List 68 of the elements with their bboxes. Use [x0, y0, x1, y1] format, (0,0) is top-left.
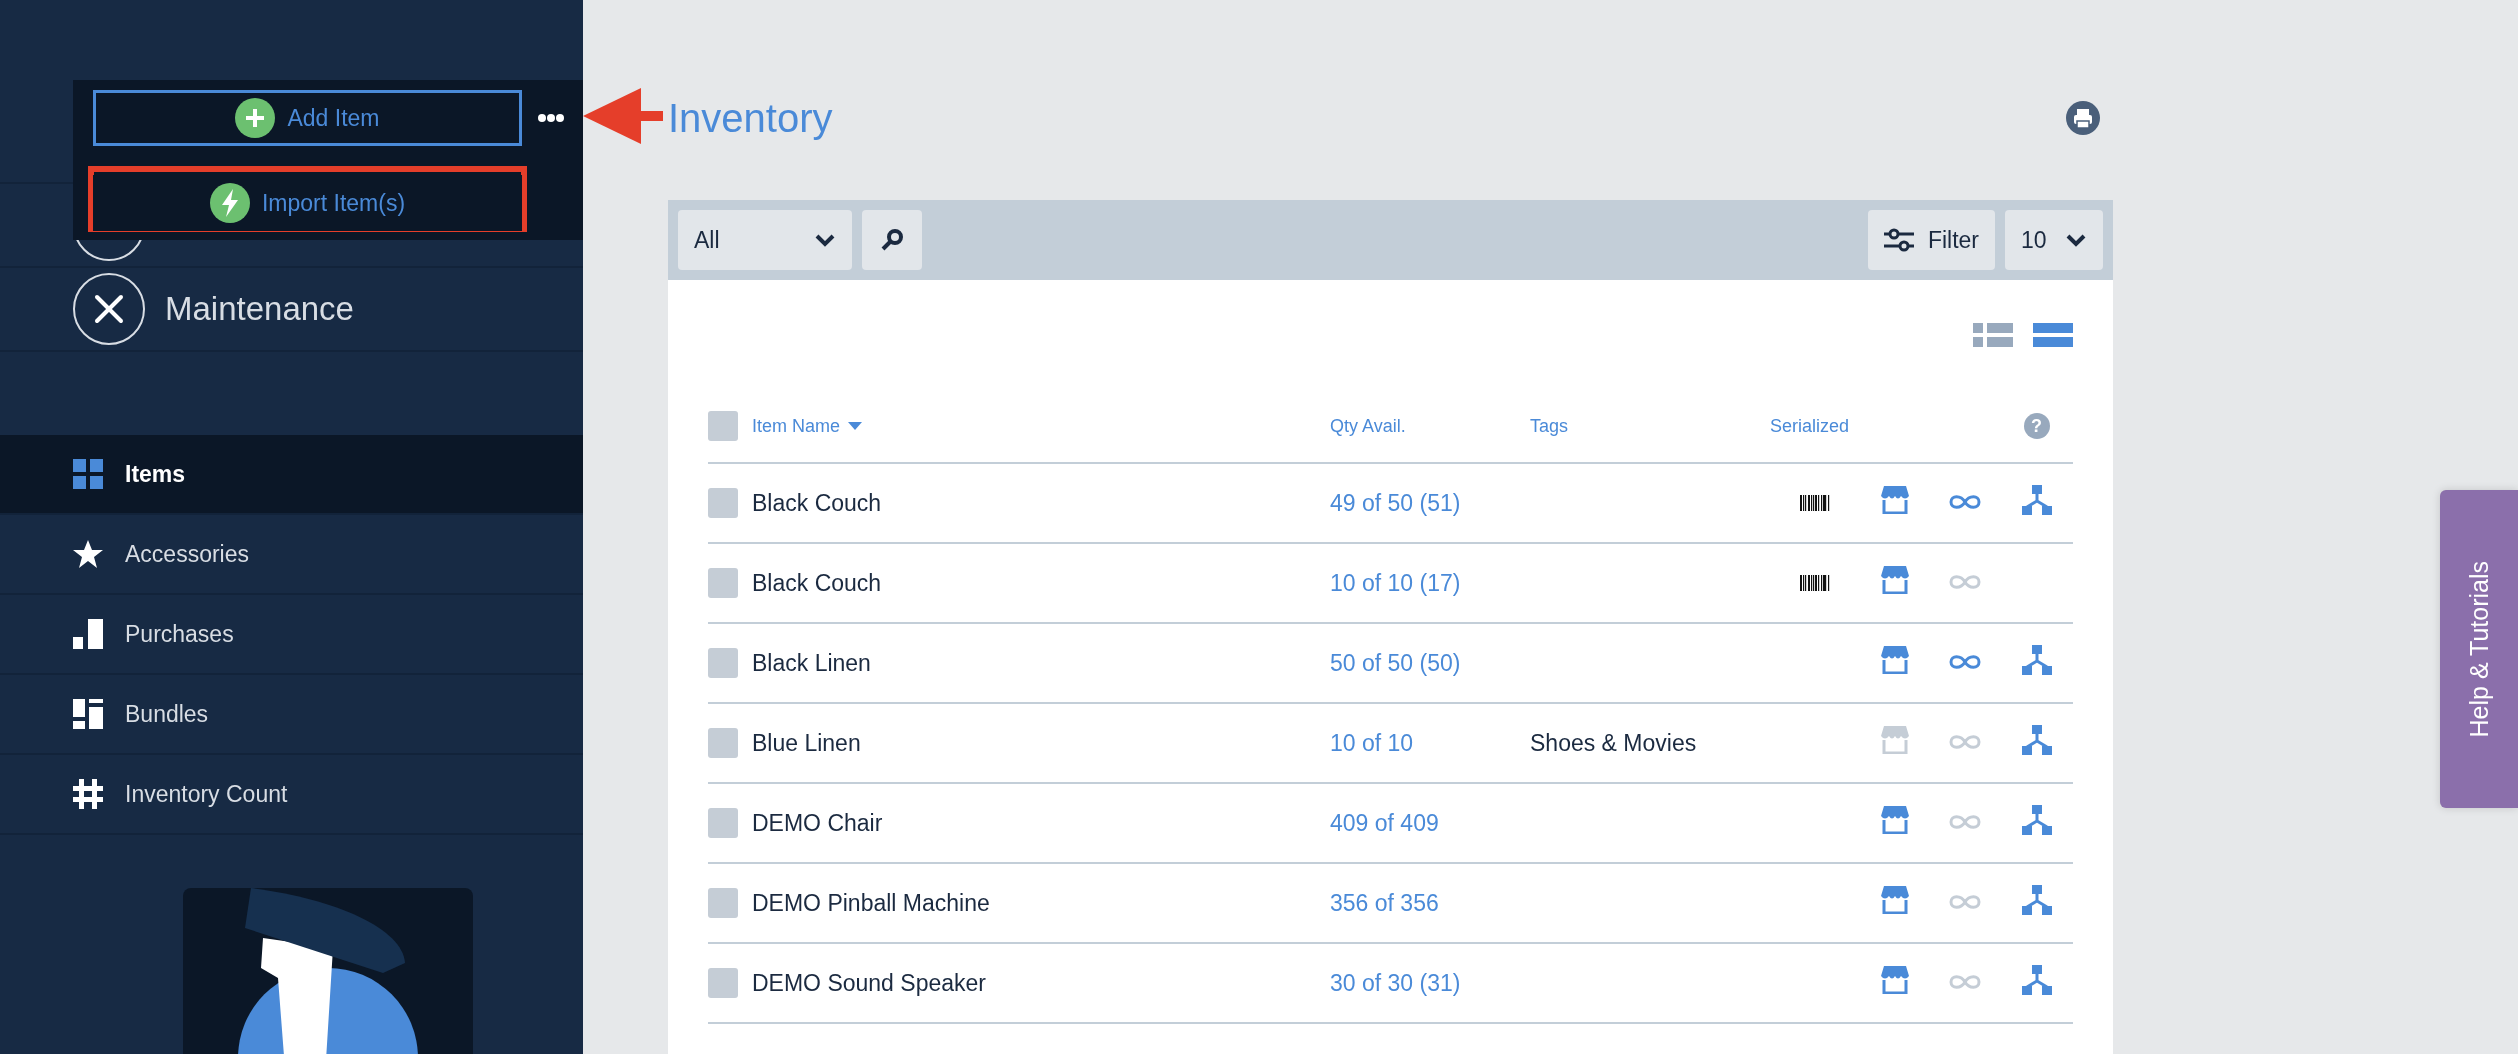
page-title: Inventory	[668, 95, 833, 141]
quantity-link[interactable]: 10 of 10	[1330, 729, 1530, 757]
help-tab[interactable]: Help & Tutorials	[2440, 490, 2518, 808]
item-name[interactable]: DEMO Chair	[752, 809, 1330, 837]
filter-button[interactable]: Filter	[1867, 210, 1995, 270]
storefront-icon[interactable]	[1881, 486, 1909, 514]
select-all-checkbox[interactable]	[708, 411, 738, 441]
item-name[interactable]: Black Couch	[752, 569, 1330, 597]
bar-chart-icon	[73, 619, 103, 649]
add-button[interactable]: Add Item	[93, 90, 522, 146]
hierarchy-icon[interactable]	[2021, 885, 2052, 915]
module-label[interactable]: Maintenance	[165, 290, 354, 328]
nav-item[interactable]: Items	[0, 435, 583, 515]
nav-item[interactable]: Purchases	[0, 595, 583, 675]
quantity-link[interactable]: 50 of 50 (50)	[1330, 649, 1530, 677]
quantity-link[interactable]: 49 of 50 (51)	[1330, 489, 1530, 517]
row-checkbox[interactable]	[708, 728, 738, 758]
item-name[interactable]: DEMO Sound Speaker	[752, 969, 1330, 997]
storefront-icon[interactable]	[1881, 646, 1909, 674]
list-view-icon[interactable]	[1973, 323, 2013, 347]
storefront-icon[interactable]	[1881, 886, 1909, 914]
more-icon[interactable]	[538, 114, 564, 122]
bundles-icon	[73, 699, 103, 729]
plus-icon	[235, 98, 276, 138]
quantity-link[interactable]: 409 of 409	[1330, 809, 1530, 837]
column-header[interactable]: Serialized	[1770, 415, 1850, 437]
category-select[interactable]: All	[678, 210, 852, 270]
item-name[interactable]: Black Couch	[752, 489, 1330, 517]
hash-icon	[73, 779, 103, 809]
row-checkbox[interactable]	[708, 488, 738, 518]
nav-item[interactable]: Inventory Count	[0, 755, 583, 835]
rows-view-icon[interactable]	[2033, 323, 2073, 347]
row-checkbox[interactable]	[708, 968, 738, 998]
storefront-icon[interactable]	[1881, 566, 1909, 594]
hierarchy-icon[interactable]	[2021, 725, 2052, 755]
hierarchy-icon[interactable]	[2021, 485, 2052, 515]
search-icon	[881, 229, 903, 251]
print-icon[interactable]	[2066, 101, 2100, 135]
page-size-select[interactable]: 10	[2005, 210, 2103, 270]
star-icon	[73, 539, 103, 569]
column-header[interactable]: Item Name	[752, 415, 841, 437]
nav-item[interactable]: Accessories	[0, 515, 583, 595]
item-name[interactable]: Blue Linen	[752, 729, 1330, 757]
hierarchy-icon[interactable]	[2021, 805, 2052, 835]
quantity-link[interactable]: 10 of 10 (17)	[1330, 569, 1530, 597]
item-tags: Shoes & Movies	[1530, 729, 1770, 757]
storefront-icon[interactable]	[1881, 806, 1909, 834]
row-checkbox[interactable]	[708, 648, 738, 678]
hierarchy-icon[interactable]	[2021, 965, 2052, 995]
item-name[interactable]: Black Linen	[752, 649, 1330, 677]
row-checkbox[interactable]	[708, 808, 738, 838]
nav-item[interactable]: Bundles	[0, 675, 583, 755]
search-button[interactable]	[862, 210, 922, 270]
row-checkbox[interactable]	[708, 888, 738, 918]
sliders-icon	[1883, 228, 1914, 252]
grid-icon	[73, 459, 103, 489]
quantity-link[interactable]: 30 of 30 (31)	[1330, 969, 1530, 997]
quantity-link[interactable]: 356 of 356	[1330, 889, 1530, 917]
row-checkbox[interactable]	[708, 568, 738, 598]
column-header[interactable]: Tags	[1530, 415, 1569, 437]
column-header[interactable]: Qty Avail.	[1330, 415, 1406, 437]
import-button[interactable]: Import Item(s)	[93, 175, 522, 231]
infinity-icon[interactable]	[1949, 492, 1981, 511]
storefront-icon[interactable]	[1881, 966, 1909, 994]
infinity-icon[interactable]	[1949, 652, 1981, 671]
lightning-icon	[209, 183, 250, 223]
item-name[interactable]: DEMO Pinball Machine	[752, 889, 1330, 917]
hierarchy-icon[interactable]	[2021, 645, 2052, 675]
